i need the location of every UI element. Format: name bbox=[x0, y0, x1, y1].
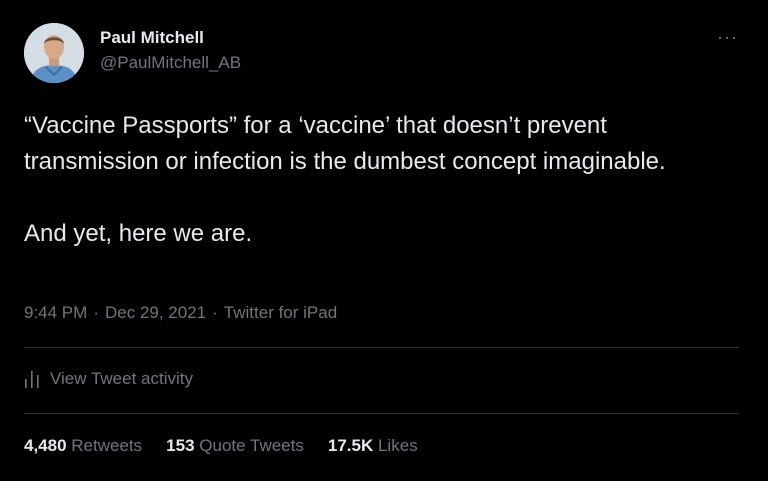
author-handle[interactable]: @PaulMitchell_AB bbox=[100, 53, 241, 73]
likes-label: Likes bbox=[377, 436, 418, 455]
tweet-source[interactable]: Twitter for iPad bbox=[224, 303, 337, 322]
tweet-text: “Vaccine Passports” for a ‘vaccine’ that… bbox=[24, 108, 744, 252]
view-tweet-activity-link[interactable]: View Tweet activity bbox=[24, 369, 193, 389]
divider bbox=[24, 347, 739, 348]
retweets-stat[interactable]: 4,480 Retweets bbox=[24, 436, 142, 456]
meta-separator: · bbox=[212, 303, 218, 322]
tweet-paragraph: And yet, here we are. bbox=[24, 220, 253, 247]
avatar-image bbox=[24, 23, 84, 83]
divider bbox=[24, 413, 739, 414]
view-tweet-activity-label: View Tweet activity bbox=[50, 369, 193, 388]
retweets-label: Retweets bbox=[71, 436, 143, 455]
tweet-stats: 4,480 Retweets 153 Quote Tweets 17.5K Li… bbox=[24, 436, 418, 456]
tweet-paragraph: “Vaccine Passports” for a ‘vaccine’ that… bbox=[24, 112, 666, 175]
likes-stat[interactable]: 17.5K Likes bbox=[328, 436, 418, 456]
quote-tweets-label: Quote Tweets bbox=[199, 436, 304, 455]
author-name[interactable]: Paul Mitchell bbox=[100, 28, 204, 48]
tweet-date[interactable]: Dec 29, 2021 bbox=[105, 303, 206, 322]
retweets-count: 4,480 bbox=[24, 436, 67, 455]
analytics-icon bbox=[25, 371, 39, 388]
meta-separator: · bbox=[93, 303, 99, 322]
tweet-time[interactable]: 9:44 PM bbox=[24, 303, 87, 322]
likes-count: 17.5K bbox=[327, 436, 374, 455]
avatar[interactable] bbox=[24, 23, 84, 83]
tweet-meta: 9:44 PM · Dec 29, 2021 · Twitter for iPad bbox=[24, 303, 337, 323]
more-options-icon[interactable]: ··· bbox=[717, 28, 738, 46]
quote-tweets-count: 153 bbox=[166, 436, 195, 455]
quote-tweets-stat[interactable]: 153 Quote Tweets bbox=[166, 436, 304, 456]
